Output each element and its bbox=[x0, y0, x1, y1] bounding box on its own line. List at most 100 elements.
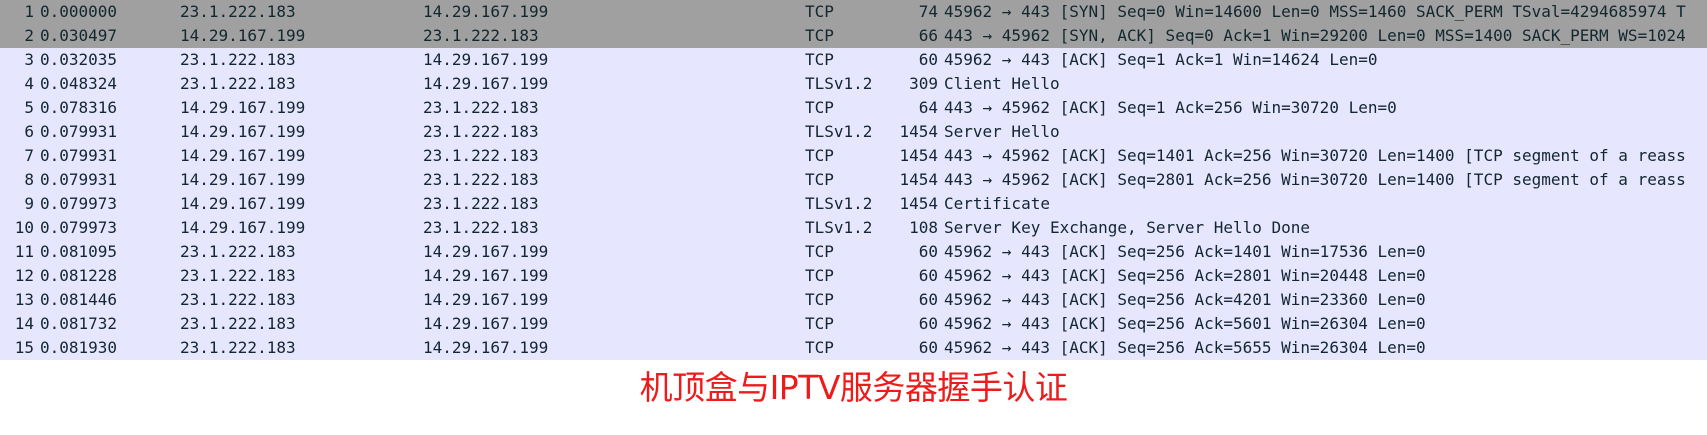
packet-source: 23.1.222.183 bbox=[180, 314, 296, 333]
packet-source: 14.29.167.199 bbox=[180, 98, 306, 117]
packet-number: 6 bbox=[24, 122, 34, 141]
packet-length: 1454 bbox=[899, 170, 938, 189]
packet-protocol: TCP bbox=[805, 98, 834, 117]
packet-protocol: TCP bbox=[805, 242, 834, 261]
packet-info: 45962 → 443 [SYN] Seq=0 Win=14600 Len=0 … bbox=[944, 2, 1686, 21]
packet-number: 4 bbox=[24, 74, 34, 93]
packet-row[interactable]: 5 0.078316 14.29.167.199 23.1.222.183 TCP 64 4… bbox=[0, 96, 1707, 120]
packet-info: Certificate bbox=[944, 194, 1050, 213]
packet-row[interactable]: 12 0.081228 23.1.222.183 14.29.167.199 TCP 60… bbox=[0, 264, 1707, 288]
packet-number: 8 bbox=[24, 170, 34, 189]
packet-source: 23.1.222.183 bbox=[180, 2, 296, 21]
packet-protocol: TCP bbox=[805, 2, 834, 21]
packet-row[interactable]: 3 0.032035 23.1.222.183 14.29.167.199 TCP 60 4… bbox=[0, 48, 1707, 72]
packet-row[interactable]: 7 0.079931 14.29.167.199 23.1.222.183 TCP 145… bbox=[0, 144, 1707, 168]
packet-source: 23.1.222.183 bbox=[180, 242, 296, 261]
packet-time: 0.079931 bbox=[40, 122, 118, 141]
packet-destination: 23.1.222.183 bbox=[423, 218, 539, 237]
packet-row[interactable]: 8 0.079931 14.29.167.199 23.1.222.183 TCP 145… bbox=[0, 168, 1707, 192]
packet-destination: 14.29.167.199 bbox=[423, 242, 549, 261]
packet-time: 0.079973 bbox=[40, 218, 118, 237]
packet-info: Server Hello bbox=[944, 122, 1060, 141]
packet-info: 443 → 45962 [SYN, ACK] Seq=0 Ack=1 Win=2… bbox=[944, 26, 1686, 45]
packet-time: 0.078316 bbox=[40, 98, 118, 117]
packet-row[interactable]: 14 0.081732 23.1.222.183 14.29.167.199 TCP 60… bbox=[0, 312, 1707, 336]
packet-protocol: TCP bbox=[805, 26, 834, 45]
packet-destination: 23.1.222.183 bbox=[423, 146, 539, 165]
packet-source: 23.1.222.183 bbox=[180, 74, 296, 93]
packet-number: 11 bbox=[14, 242, 34, 261]
packet-list[interactable]: 1 0.000000 23.1.222.183 14.29.167.199 TCP 74 4… bbox=[0, 0, 1707, 360]
packet-length: 1454 bbox=[899, 146, 938, 165]
packet-info: 45962 → 443 [ACK] Seq=1 Ack=1 Win=14624 … bbox=[944, 50, 1378, 69]
packet-time: 0.032035 bbox=[40, 50, 118, 69]
packet-destination: 23.1.222.183 bbox=[423, 98, 539, 117]
packet-protocol: TLSv1.2 bbox=[805, 74, 873, 93]
packet-info: Server Key Exchange, Server Hello Done bbox=[944, 218, 1311, 237]
packet-row[interactable]: 2 0.030497 14.29.167.199 23.1.222.183 TCP 66 4… bbox=[0, 24, 1707, 48]
packet-length: 60 bbox=[918, 314, 938, 333]
packet-destination: 14.29.167.199 bbox=[423, 314, 549, 333]
packet-row[interactable]: 9 0.079973 14.29.167.199 23.1.222.183 TLSv1.… bbox=[0, 192, 1707, 216]
packet-row[interactable]: 13 0.081446 23.1.222.183 14.29.167.199 TCP 60… bbox=[0, 288, 1707, 312]
packet-protocol: TCP bbox=[805, 290, 834, 309]
packet-destination: 14.29.167.199 bbox=[423, 266, 549, 285]
packet-destination: 14.29.167.199 bbox=[423, 50, 549, 69]
packet-row[interactable]: 4 0.048324 23.1.222.183 14.29.167.199 TLSv1.… bbox=[0, 72, 1707, 96]
packet-protocol: TLSv1.2 bbox=[805, 218, 873, 237]
packet-number: 14 bbox=[14, 314, 34, 333]
packet-source: 23.1.222.183 bbox=[180, 338, 296, 357]
packet-info: 45962 → 443 [ACK] Seq=256 Ack=5601 Win=2… bbox=[944, 314, 1426, 333]
packet-time: 0.079931 bbox=[40, 146, 118, 165]
packet-length: 60 bbox=[918, 290, 938, 309]
packet-protocol: TLSv1.2 bbox=[805, 122, 873, 141]
packet-protocol: TCP bbox=[805, 146, 834, 165]
packet-destination: 23.1.222.183 bbox=[423, 194, 539, 213]
packet-length: 1454 bbox=[899, 194, 938, 213]
packet-length: 309 bbox=[909, 74, 938, 93]
packet-row[interactable]: 11 0.081095 23.1.222.183 14.29.167.199 TCP 60… bbox=[0, 240, 1707, 264]
packet-info: 443 → 45962 [ACK] Seq=1 Ack=256 Win=3072… bbox=[944, 98, 1397, 117]
packet-source: 14.29.167.199 bbox=[180, 170, 306, 189]
packet-time: 0.079973 bbox=[40, 194, 118, 213]
packet-source: 14.29.167.199 bbox=[180, 194, 306, 213]
packet-protocol: TCP bbox=[805, 170, 834, 189]
packet-number: 1 bbox=[24, 2, 34, 21]
packet-row[interactable]: 10 0.079973 14.29.167.199 23.1.222.183 TLSv1… bbox=[0, 216, 1707, 240]
packet-source: 14.29.167.199 bbox=[180, 218, 306, 237]
packet-number: 10 bbox=[14, 218, 34, 237]
packet-protocol: TCP bbox=[805, 338, 834, 357]
packet-row[interactable]: 1 0.000000 23.1.222.183 14.29.167.199 TCP 74 4… bbox=[0, 0, 1707, 24]
packet-info: 45962 → 443 [ACK] Seq=256 Ack=2801 Win=2… bbox=[944, 266, 1426, 285]
packet-length: 1454 bbox=[899, 122, 938, 141]
packet-destination: 14.29.167.199 bbox=[423, 2, 549, 21]
packet-row[interactable]: 6 0.079931 14.29.167.199 23.1.222.183 TLSv1.… bbox=[0, 120, 1707, 144]
figure-caption: 机顶盒与IPTV服务器握手认证 bbox=[639, 368, 1068, 407]
packet-number: 5 bbox=[24, 98, 34, 117]
packet-number: 2 bbox=[24, 26, 34, 45]
packet-length: 60 bbox=[918, 266, 938, 285]
packet-info: 45962 → 443 [ACK] Seq=256 Ack=5655 Win=2… bbox=[944, 338, 1426, 357]
packet-number: 15 bbox=[14, 338, 34, 357]
packet-length: 66 bbox=[918, 26, 938, 45]
packet-time: 0.081446 bbox=[40, 290, 118, 309]
packet-protocol: TCP bbox=[805, 50, 834, 69]
packet-time: 0.030497 bbox=[40, 26, 118, 45]
packet-number: 9 bbox=[24, 194, 34, 213]
packet-destination: 23.1.222.183 bbox=[423, 26, 539, 45]
packet-row[interactable]: 15 0.081930 23.1.222.183 14.29.167.199 TCP 60… bbox=[0, 336, 1707, 360]
packet-destination: 14.29.167.199 bbox=[423, 338, 549, 357]
packet-source: 23.1.222.183 bbox=[180, 290, 296, 309]
packet-source: 14.29.167.199 bbox=[180, 122, 306, 141]
packet-length: 60 bbox=[918, 50, 938, 69]
packet-length: 60 bbox=[918, 242, 938, 261]
packet-time: 0.081732 bbox=[40, 314, 118, 333]
packet-destination: 14.29.167.199 bbox=[423, 74, 549, 93]
packet-info: 443 → 45962 [ACK] Seq=2801 Ack=256 Win=3… bbox=[944, 170, 1686, 189]
packet-length: 64 bbox=[918, 98, 938, 117]
packet-source: 23.1.222.183 bbox=[180, 266, 296, 285]
packet-number: 13 bbox=[14, 290, 34, 309]
packet-info: 45962 → 443 [ACK] Seq=256 Ack=4201 Win=2… bbox=[944, 290, 1426, 309]
packet-protocol: TCP bbox=[805, 314, 834, 333]
packet-time: 0.000000 bbox=[40, 2, 118, 21]
